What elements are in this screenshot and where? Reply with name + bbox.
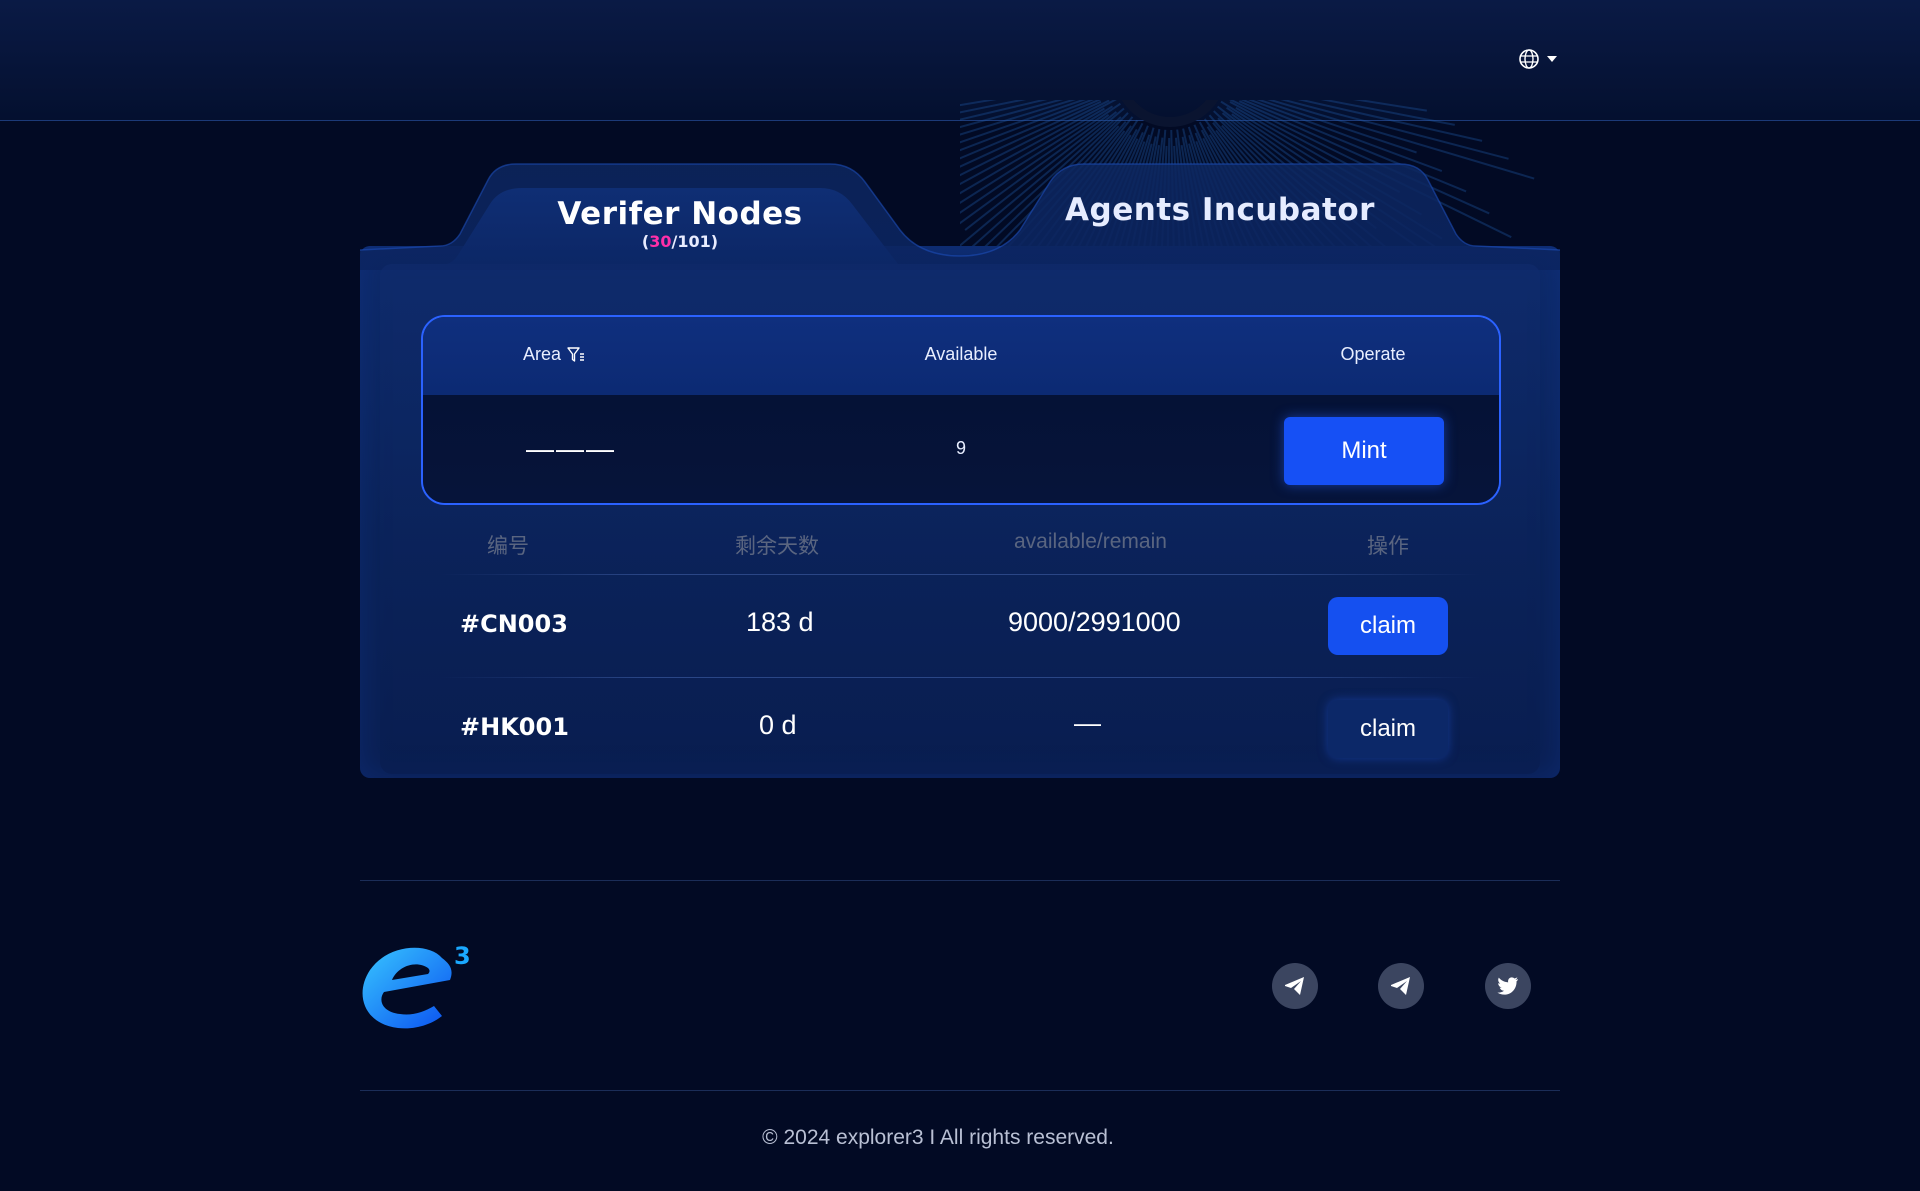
header-available: Available [924, 344, 998, 364]
claim-row-2-available-remain: — [1074, 708, 1101, 738]
footer-divider-bottom [360, 1090, 1560, 1091]
top-bar [0, 0, 1920, 121]
header-area[interactable]: Area [523, 344, 585, 365]
tab-verifer-nodes[interactable]: Verifer Nodes (30/101) [540, 196, 820, 251]
node-count: (30/101) [540, 232, 820, 251]
node-count-total: /101) [671, 232, 719, 251]
mint-row: ——— 9 Mint [423, 395, 1499, 503]
mint-row-area: ——— [526, 433, 616, 464]
copyright: © 2024 explorer3 I All rights reserved. [762, 1126, 1114, 1149]
claim-header-days: 剩余天数 [735, 535, 819, 558]
mint-button[interactable]: Mint [1284, 417, 1444, 485]
claim-header-operate: 操作 [1367, 535, 1409, 558]
claim-row-1-days: 183 d [746, 607, 814, 637]
footer-divider-top [360, 880, 1560, 881]
claim-row-1-available-remain: 9000/2991000 [1008, 607, 1181, 637]
tab-agents-title: Agents Incubator [1065, 192, 1375, 228]
header-operate: Operate [1340, 344, 1406, 364]
claim-row-2-days: 0 d [759, 710, 797, 740]
claim-button-disabled[interactable]: claim [1328, 700, 1448, 758]
telegram-icon[interactable] [1378, 963, 1424, 1009]
telegram-icon[interactable] [1272, 963, 1318, 1009]
globe-icon [1519, 49, 1539, 69]
mint-table-header: Area Available Operate [423, 317, 1499, 395]
tab-agents-incubator[interactable]: Agents Incubator [1060, 192, 1380, 228]
mint-table: Area Available Operate ——— 9 Mint [421, 315, 1501, 505]
claim-header-available-remain: available/remain [1014, 530, 1167, 553]
twitter-icon[interactable] [1485, 963, 1531, 1009]
claim-row-2-id: #HK001 [460, 713, 569, 741]
caret-down-icon [1547, 56, 1557, 62]
mint-row-available: 9 [955, 438, 966, 458]
filter-icon[interactable] [567, 346, 585, 364]
header-area-label: Area [523, 344, 562, 364]
tab-verifer-title: Verifer Nodes [557, 196, 803, 232]
claim-header-id: 编号 [487, 535, 529, 558]
claim-button[interactable]: claim [1328, 597, 1448, 655]
row-divider [440, 677, 1480, 678]
logo-superscript: 3 [454, 942, 471, 970]
language-selector[interactable] [1518, 48, 1558, 70]
row-divider [440, 574, 1480, 575]
node-count-used: 30 [649, 232, 672, 251]
explorer3-logo: 3 [362, 942, 471, 1029]
claim-row-1-id: #CN003 [460, 610, 568, 638]
